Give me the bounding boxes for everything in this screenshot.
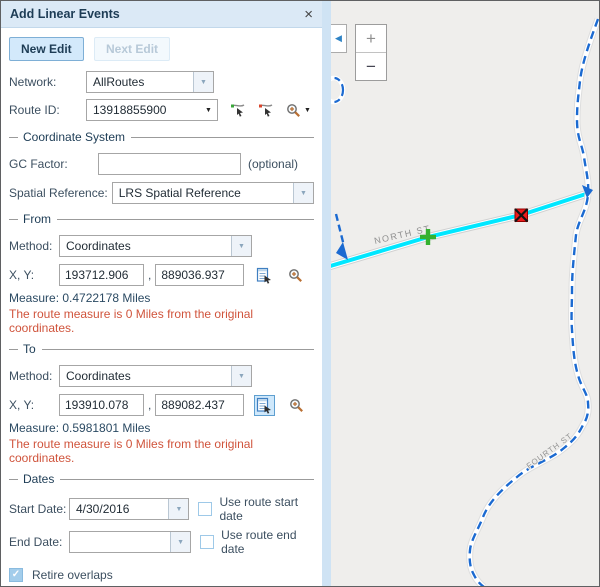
close-icon[interactable]: × bbox=[304, 7, 313, 22]
to-method-value: Coordinates bbox=[60, 369, 231, 383]
to-method-row: Method: Coordinates ▼ bbox=[9, 365, 314, 387]
from-warning-text: The route measure is 0 Miles from the or… bbox=[9, 307, 314, 335]
app-window: Add Linear Events × New Edit Next Edit N… bbox=[0, 0, 600, 587]
optional-label: (optional) bbox=[248, 157, 298, 171]
gc-factor-label: GC Factor: bbox=[9, 157, 98, 171]
end-date-row: End Date: ▼ Use route end date bbox=[9, 528, 314, 556]
xy-separator: , bbox=[148, 398, 151, 412]
edit-buttons-row: New Edit Next Edit bbox=[9, 37, 314, 61]
street-label-fourth-st: FOURTH ST bbox=[525, 431, 574, 470]
panel-body: New Edit Next Edit Network: AllRoutes ▼ … bbox=[1, 28, 322, 587]
section-title: From bbox=[23, 212, 51, 226]
from-method-label: Method: bbox=[9, 239, 59, 253]
section-title: Coordinate System bbox=[23, 130, 125, 144]
retire-overlaps-label: Retire overlaps bbox=[32, 568, 113, 582]
collapse-panel-button[interactable]: ◀ bbox=[331, 24, 347, 53]
start-date-dropdown[interactable]: 4/30/2016 ▼ bbox=[69, 498, 189, 520]
spatial-reference-dropdown[interactable]: LRS Spatial Reference ▼ bbox=[112, 182, 314, 204]
pick-from-route-icon[interactable] bbox=[230, 102, 246, 118]
route-id-combobox[interactable]: 13918855900 ▼ bbox=[86, 99, 218, 121]
zoom-in-button[interactable]: + bbox=[356, 25, 386, 52]
panel-header: Add Linear Events × bbox=[1, 1, 322, 28]
zoom-out-button[interactable]: − bbox=[356, 52, 386, 80]
start-direction-arrow-icon bbox=[336, 242, 348, 260]
gc-factor-input[interactable] bbox=[98, 153, 241, 175]
chevron-down-icon[interactable]: ▼ bbox=[168, 499, 188, 519]
spatial-reference-row: Spatial Reference: LRS Spatial Reference… bbox=[9, 182, 314, 204]
use-route-start-date-label: Use route start date bbox=[219, 495, 314, 523]
use-route-end-date-label: Use route end date bbox=[221, 528, 314, 556]
to-point-marker bbox=[515, 209, 528, 222]
start-date-value: 4/30/2016 bbox=[70, 502, 168, 516]
end-date-label: End Date: bbox=[9, 535, 69, 549]
next-edit-button: Next Edit bbox=[94, 37, 170, 61]
chevron-down-icon[interactable]: ▼ bbox=[231, 366, 251, 386]
from-method-row: Method: Coordinates ▼ bbox=[9, 235, 314, 257]
map-canvas[interactable]: NORTH ST FOURTH ST ◀ + − bbox=[331, 1, 599, 586]
route-id-label: Route ID: bbox=[9, 103, 86, 117]
from-section-header: From bbox=[9, 212, 314, 226]
section-title: To bbox=[23, 342, 36, 356]
new-edit-button[interactable]: New Edit bbox=[9, 37, 84, 61]
from-measure-text: Measure: 0.4722178 Miles bbox=[9, 291, 314, 305]
xy-separator: , bbox=[148, 268, 151, 282]
panel-title: Add Linear Events bbox=[10, 7, 120, 21]
retire-overlaps-option: ✓ Retire overlaps bbox=[9, 567, 314, 583]
to-warning-text: The route measure is 0 Miles from the or… bbox=[9, 437, 314, 465]
zoom-to-route-icon[interactable]: ▼ bbox=[286, 103, 311, 118]
add-linear-events-panel: Add Linear Events × New Edit Next Edit N… bbox=[1, 1, 322, 586]
from-method-value: Coordinates bbox=[60, 239, 231, 253]
zoom-to-from-point-icon[interactable] bbox=[288, 268, 303, 283]
network-row: Network: AllRoutes ▼ bbox=[9, 71, 314, 93]
chevron-down-icon[interactable]: ▼ bbox=[170, 532, 190, 552]
to-x-input[interactable] bbox=[59, 394, 144, 416]
pick-from-coordinates-icon[interactable] bbox=[256, 267, 273, 284]
from-x-input[interactable] bbox=[59, 264, 144, 286]
section-title: Dates bbox=[23, 472, 54, 486]
network-dropdown[interactable]: AllRoutes ▼ bbox=[86, 71, 214, 93]
dates-section-header: Dates bbox=[9, 472, 314, 486]
retire-overlaps-checkbox[interactable]: ✓ bbox=[9, 568, 23, 582]
highlighted-route-line bbox=[331, 193, 589, 267]
dashed-approach-line bbox=[336, 214, 344, 246]
panel-map-divider bbox=[322, 1, 331, 586]
gc-factor-row: GC Factor: (optional) bbox=[9, 153, 314, 175]
map-zoom-control: + − bbox=[355, 24, 387, 81]
network-value: AllRoutes bbox=[87, 75, 193, 89]
use-route-end-date-checkbox[interactable] bbox=[200, 535, 214, 549]
route-id-row: Route ID: 13918855900 ▼ ▼ bbox=[9, 99, 314, 121]
chevron-down-icon[interactable]: ▼ bbox=[231, 236, 251, 256]
to-section-header: To bbox=[9, 342, 314, 356]
pick-to-coordinates-icon[interactable] bbox=[254, 395, 275, 416]
to-method-dropdown[interactable]: Coordinates ▼ bbox=[59, 365, 252, 387]
from-xy-row: X, Y: , bbox=[9, 264, 314, 286]
chevron-down-icon[interactable]: ▼ bbox=[293, 183, 313, 203]
start-date-row: Start Date: 4/30/2016 ▼ Use route start … bbox=[9, 495, 314, 523]
map-graphics: NORTH ST FOURTH ST bbox=[331, 1, 599, 586]
pick-to-route-icon[interactable] bbox=[258, 102, 274, 118]
use-route-start-date-checkbox[interactable] bbox=[198, 502, 212, 516]
to-xy-row: X, Y: , bbox=[9, 394, 314, 416]
chevron-down-icon[interactable]: ▼ bbox=[304, 107, 311, 114]
to-y-input[interactable] bbox=[155, 394, 244, 416]
start-date-label: Start Date: bbox=[9, 502, 69, 516]
chevron-down-icon[interactable]: ▼ bbox=[193, 72, 213, 92]
end-date-dropdown[interactable]: ▼ bbox=[69, 531, 191, 553]
coordinate-system-section-header: Coordinate System bbox=[9, 130, 314, 144]
to-xy-label: X, Y: bbox=[9, 398, 59, 412]
collapse-arrow-icon: ◀ bbox=[335, 33, 342, 44]
chevron-down-icon[interactable]: ▼ bbox=[200, 107, 217, 114]
network-label: Network: bbox=[9, 75, 86, 89]
loop-casing bbox=[331, 78, 343, 102]
to-measure-text: Measure: 0.5981801 Miles bbox=[9, 421, 314, 435]
from-xy-label: X, Y: bbox=[9, 268, 59, 282]
route-id-value: 13918855900 bbox=[87, 103, 200, 117]
zoom-to-to-point-icon[interactable] bbox=[289, 398, 304, 413]
from-y-input[interactable] bbox=[155, 264, 244, 286]
to-method-label: Method: bbox=[9, 369, 59, 383]
spatial-reference-label: Spatial Reference: bbox=[9, 186, 108, 200]
spatial-reference-value: LRS Spatial Reference bbox=[113, 186, 293, 200]
from-method-dropdown[interactable]: Coordinates ▼ bbox=[59, 235, 252, 257]
